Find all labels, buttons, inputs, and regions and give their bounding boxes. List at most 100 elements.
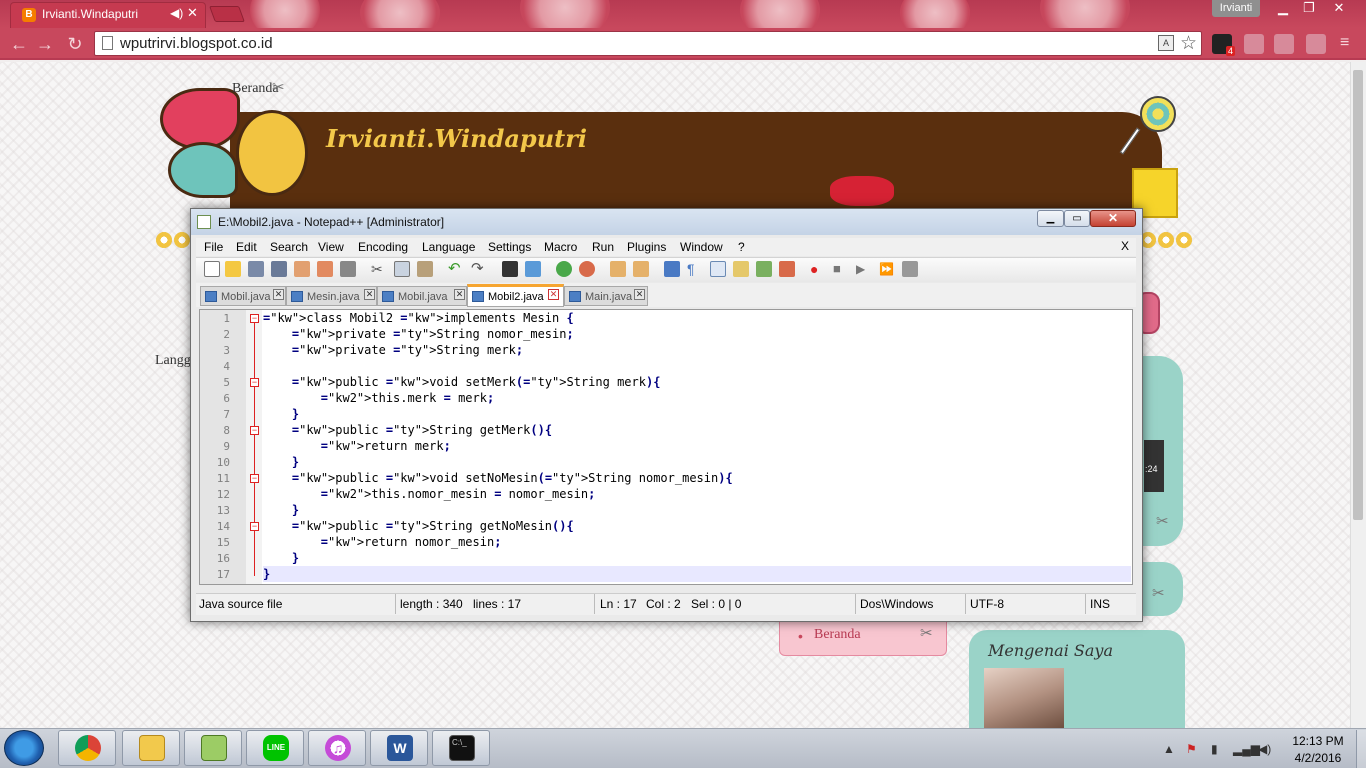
run-macro-multiple-icon[interactable]: ⏩ — [879, 261, 895, 277]
undo-icon[interactable]: ↶ — [448, 261, 464, 277]
tab-close-icon[interactable]: ✕ — [548, 289, 559, 300]
wrench-icon[interactable]: ✂ — [272, 78, 285, 96]
npp-minimize-button[interactable]: ▁ — [1037, 210, 1064, 227]
code-line[interactable]: ="kw">return nomor_mesin; — [263, 535, 502, 549]
copy-icon[interactable] — [394, 261, 410, 277]
save-all-icon[interactable] — [271, 261, 287, 277]
sidebar-link-beranda[interactable]: Beranda — [814, 627, 861, 643]
wrench-icon[interactable]: ✂ — [1152, 584, 1165, 602]
code-line[interactable]: ="kw">public ="ty">String getNoMesin(){ — [263, 519, 574, 533]
speaker-icon[interactable]: ◀) — [170, 6, 183, 20]
code-line[interactable]: } — [263, 455, 299, 469]
code-line[interactable]: ="kw">public ="kw">void setMerk(="ty">St… — [263, 375, 661, 389]
npp-close-button[interactable]: ✕ — [1090, 210, 1136, 227]
restore-icon[interactable]: ❐ — [1296, 0, 1322, 18]
new-tab-button[interactable] — [209, 6, 245, 22]
code-line[interactable]: ="kw">public ="ty">String getMerk(){ — [263, 423, 552, 437]
save-icon[interactable] — [248, 261, 264, 277]
close-all-icon[interactable] — [317, 261, 333, 277]
volume-icon[interactable]: ◀) — [1258, 742, 1271, 756]
zoom-out-icon[interactable] — [579, 261, 595, 277]
code-line[interactable]: } — [263, 503, 299, 517]
page-icon[interactable] — [102, 36, 113, 50]
code-line[interactable]: ="kw">public ="kw">void setNoMesin(="ty"… — [263, 471, 733, 485]
start-button[interactable] — [4, 730, 44, 766]
close-document-button[interactable]: X — [1121, 239, 1129, 253]
forward-arrow-icon[interactable]: → — [34, 33, 56, 55]
action-center-icon[interactable]: ⚑ — [1186, 742, 1197, 756]
file-tab[interactable]: Main.java ✕ — [564, 286, 648, 306]
menu-view[interactable]: View — [318, 240, 344, 254]
menu-run[interactable]: Run — [592, 240, 614, 254]
doc-map-icon[interactable] — [756, 261, 772, 277]
wrench-icon[interactable]: ✂ — [920, 624, 933, 642]
save-macro-icon[interactable] — [902, 261, 918, 277]
url-text[interactable]: wputrirvi.blogspot.co.id — [120, 35, 273, 52]
stop-macro-icon[interactable]: ■ — [833, 261, 849, 277]
code-line[interactable]: ="kw">return merk; — [263, 439, 451, 453]
record-macro-icon[interactable]: ● — [810, 261, 826, 277]
zoom-in-icon[interactable] — [556, 261, 572, 277]
reload-icon[interactable]: ↻ — [64, 33, 86, 55]
open-file-icon[interactable] — [225, 261, 241, 277]
cut-icon[interactable]: ✂ — [371, 261, 387, 277]
sync-vertical-icon[interactable] — [610, 261, 626, 277]
menu-icon[interactable]: ≡ — [1340, 34, 1349, 52]
taskbar-itunes[interactable]: ♫ — [308, 730, 366, 766]
translate-icon[interactable]: A — [1158, 35, 1174, 51]
taskbar-word[interactable]: W — [370, 730, 428, 766]
extension-icon[interactable] — [1306, 34, 1326, 54]
replace-icon[interactable] — [525, 261, 541, 277]
code-line[interactable]: ="kw">private ="ty">String merk; — [263, 343, 523, 357]
wrench-icon[interactable]: ✂ — [1156, 512, 1169, 530]
tab-close-icon[interactable]: ✕ — [454, 289, 465, 300]
file-tab[interactable]: Mesin.java ✕ — [286, 286, 377, 306]
clock-date[interactable]: 4/2/2016 — [1288, 751, 1348, 765]
show-hidden-icons[interactable]: ▲ — [1163, 742, 1175, 756]
function-list-icon[interactable] — [779, 261, 795, 277]
tab-close-icon[interactable]: ✕ — [634, 289, 645, 300]
indent-guide-icon[interactable] — [710, 261, 726, 277]
menu-help[interactable]: ? — [738, 240, 745, 254]
code-line[interactable]: ="kw">private ="ty">String nomor_mesin; — [263, 327, 574, 341]
profile-photo[interactable] — [984, 668, 1064, 730]
bookmark-star-icon[interactable]: ☆ — [1180, 32, 1197, 55]
network-icon[interactable]: ▂▄▆ — [1233, 742, 1260, 756]
menu-encoding[interactable]: Encoding — [358, 240, 408, 254]
menu-edit[interactable]: Edit — [236, 240, 257, 254]
taskbar-line[interactable]: LINE — [246, 730, 304, 766]
scrollbar-thumb[interactable] — [1353, 70, 1363, 520]
close-icon[interactable]: ✕ — [1326, 0, 1352, 18]
user-lang-icon[interactable] — [733, 261, 749, 277]
menu-plugins[interactable]: Plugins — [627, 240, 666, 254]
menu-window[interactable]: Window — [680, 240, 723, 254]
extension-icon[interactable] — [1244, 34, 1264, 54]
npp-maximize-button[interactable]: ▭ — [1064, 210, 1090, 227]
minimize-icon[interactable]: ▁ — [1270, 0, 1296, 18]
clock-time[interactable]: 12:13 PM — [1288, 734, 1348, 748]
extension-icon[interactable] — [1274, 34, 1294, 54]
close-file-icon[interactable] — [294, 261, 310, 277]
sync-horizontal-icon[interactable] — [633, 261, 649, 277]
code-line[interactable]: ="kw2">this.merk = merk; — [263, 391, 494, 405]
show-desktop-button[interactable] — [1356, 730, 1366, 768]
menu-macro[interactable]: Macro — [544, 240, 577, 254]
new-file-icon[interactable] — [204, 261, 220, 277]
show-all-chars-icon[interactable]: ¶ — [687, 261, 703, 277]
fold-toggle-icon[interactable]: − — [250, 378, 259, 387]
fold-toggle-icon[interactable]: − — [250, 426, 259, 435]
find-icon[interactable] — [502, 261, 518, 277]
code-line[interactable]: } — [263, 567, 270, 581]
taskbar-notepadpp[interactable] — [184, 730, 242, 766]
fold-toggle-icon[interactable]: − — [250, 522, 259, 531]
menu-file[interactable]: File — [204, 240, 223, 254]
profile-button[interactable]: Irvianti — [1212, 0, 1260, 17]
code-line[interactable]: ="kw2">this.nomor_mesin = nomor_mesin; — [263, 487, 596, 501]
back-arrow-icon[interactable]: ← — [8, 33, 30, 55]
menu-language[interactable]: Language — [422, 240, 475, 254]
redo-icon[interactable]: ↷ — [471, 261, 487, 277]
code-line[interactable]: } — [263, 407, 299, 421]
tab-close-icon[interactable]: ✕ — [273, 289, 284, 300]
play-macro-icon[interactable]: ▶ — [856, 261, 872, 277]
fold-toggle-icon[interactable]: − — [250, 474, 259, 483]
